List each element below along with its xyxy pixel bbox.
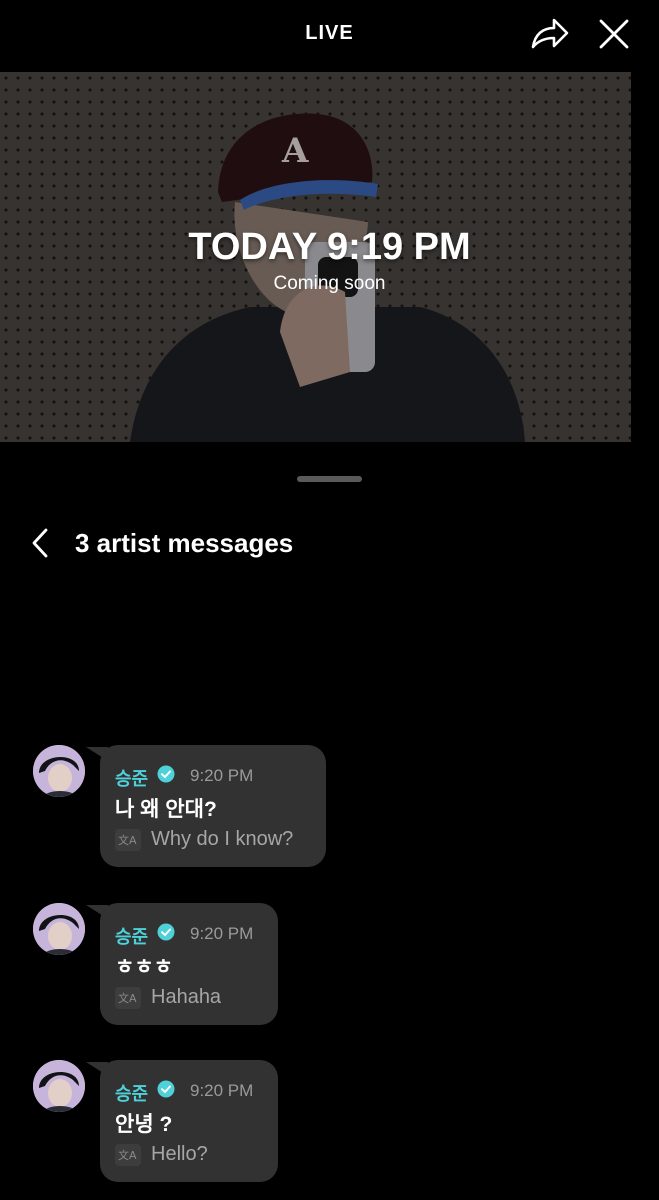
message-bubble[interactable]: 승준 9:20 PM 나 왜 안대? 文A Why do I know? [100,745,326,867]
broadcast-status: Coming soon [273,273,386,294]
back-button[interactable] [26,526,56,560]
panel-title: 3 artist messages [75,528,294,558]
translate-icon: 文A [115,1144,141,1166]
message-bubble[interactable]: 승준 9:20 PM 안녕 ? 文A Hello? [100,1060,278,1182]
avatar[interactable] [33,745,85,797]
message-translation: Why do I know? [151,828,294,850]
avatar[interactable] [33,903,85,955]
svg-text:文A: 文A [118,1148,137,1162]
author-name: 승준 [115,927,149,947]
message-translation: Hahaha [151,986,222,1008]
message-time: 9:20 PM [190,1081,254,1100]
artist-message: 승준 9:20 PM 안녕 ? 文A Hello? [0,1060,659,1190]
svg-text:文A: 文A [118,991,137,1005]
message-time: 9:20 PM [190,766,254,785]
share-icon [531,18,569,49]
message-text: 안녕 ? [115,1113,173,1136]
message-translation: Hello? [151,1143,208,1165]
sheet-drag-handle[interactable] [297,476,362,482]
scheduled-time: TODAY 9:19 PM [188,226,471,268]
translate-icon: 文A [115,829,141,851]
close-icon [599,19,629,49]
artist-message: 승준 9:20 PM ㅎㅎㅎ 文A Hahaha [0,903,659,1033]
message-bubble[interactable]: 승준 9:20 PM ㅎㅎㅎ 文A Hahaha [100,903,278,1025]
top-bar: LIVE [0,0,659,72]
share-button[interactable] [528,14,572,56]
translate-icon: 文A [115,987,141,1009]
avatar[interactable] [33,1060,85,1112]
author-name: 승준 [115,1084,149,1104]
artist-message: 승준 9:20 PM 나 왜 안대? 文A Why do I know? [0,745,659,875]
chevron-left-icon [32,528,48,558]
verified-badge-icon [157,765,175,783]
verified-badge-icon [157,1080,175,1098]
svg-text:文A: 文A [118,833,137,847]
verified-badge-icon [157,923,175,941]
message-time: 9:20 PM [190,924,254,943]
author-name: 승준 [115,769,149,789]
close-button[interactable] [594,14,634,54]
message-text: ㅎㅎㅎ [115,956,173,979]
message-text: 나 왜 안대? [115,798,217,821]
